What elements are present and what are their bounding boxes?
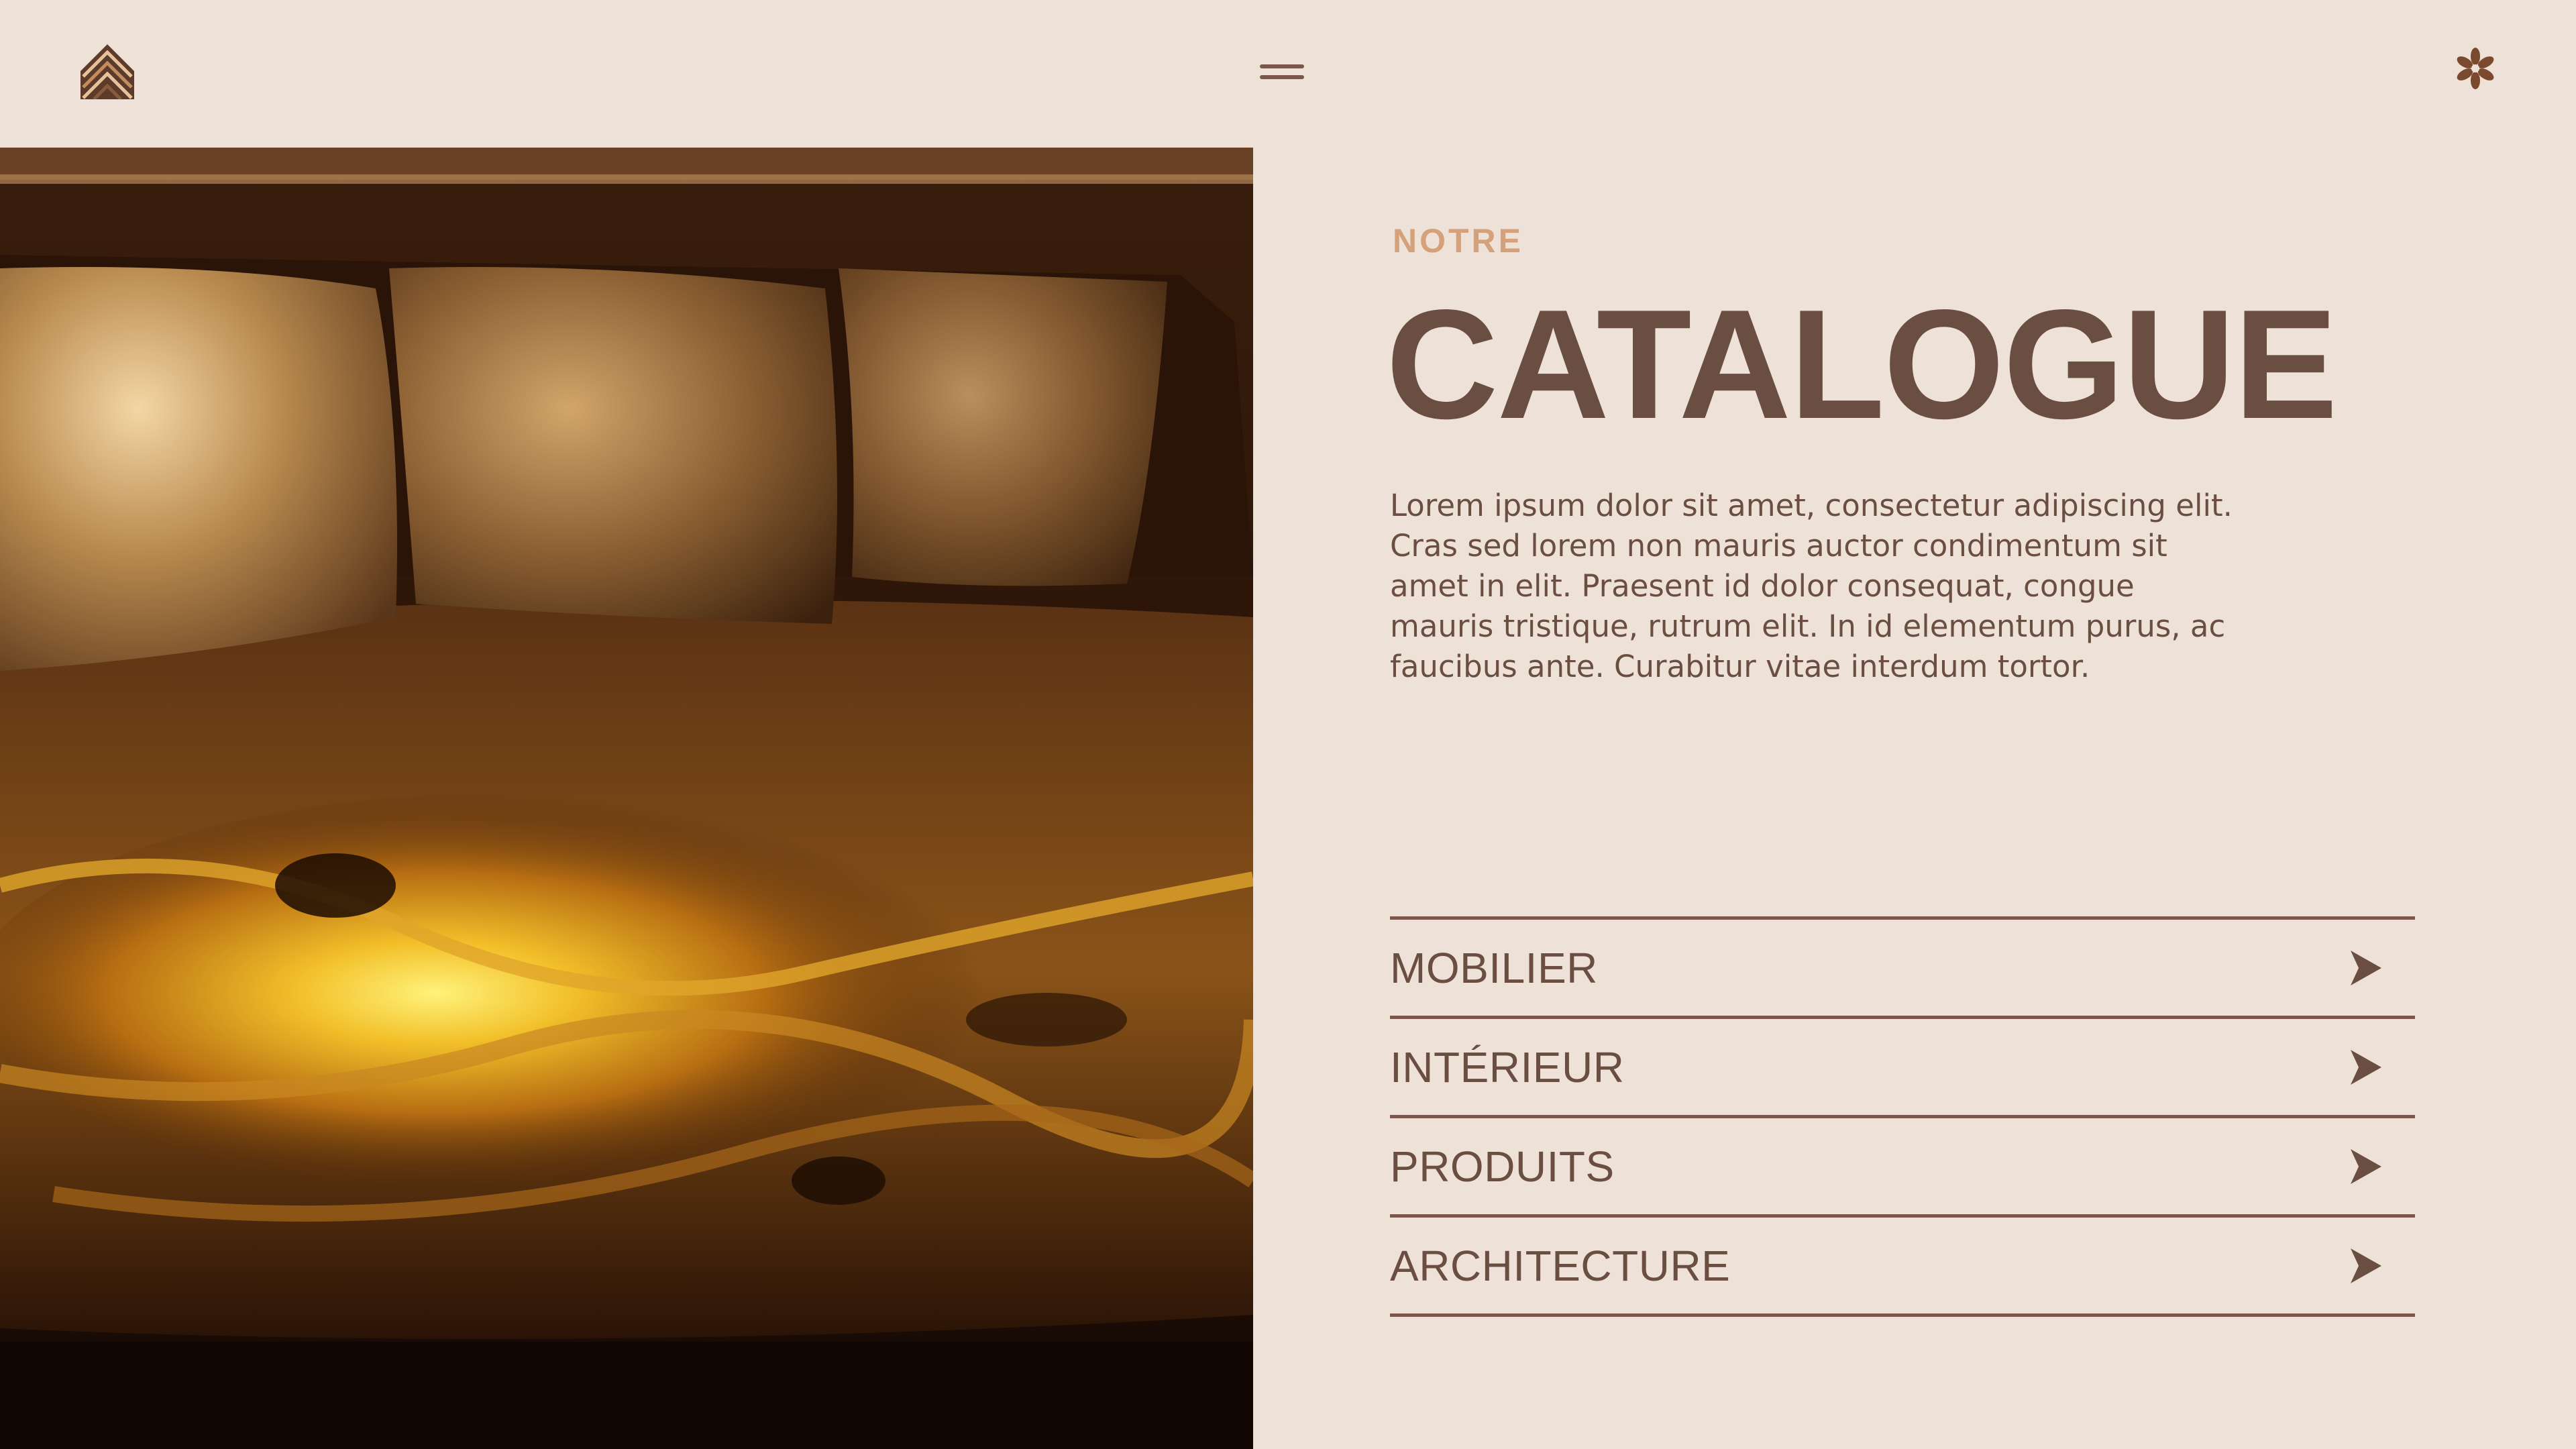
play-arrow-icon: [2351, 1248, 2381, 1283]
menu-item-label: PRODUITS: [1390, 1142, 1615, 1191]
play-arrow-icon: [2351, 951, 2381, 985]
sofa-illustration: [0, 148, 1253, 1449]
menu-line-top: [1260, 64, 1304, 68]
logo-icon[interactable]: [80, 44, 134, 101]
menu-item-interieur[interactable]: INTÉRIEUR: [1390, 1019, 2415, 1118]
asterisk-flower-icon[interactable]: [2454, 47, 2497, 90]
menu-item-label: ARCHITECTURE: [1390, 1242, 1731, 1290]
play-arrow-icon: [2351, 1050, 2381, 1085]
hero-image: [0, 148, 1253, 1449]
description-text: Lorem ipsum dolor sit amet, consectetur …: [1390, 488, 2233, 684]
menu-item-architecture[interactable]: ARCHITECTURE: [1390, 1218, 2415, 1317]
menu-item-mobilier[interactable]: MOBILIER: [1390, 920, 2415, 1019]
play-arrow-icon: [2351, 1149, 2381, 1184]
menu-item-label: INTÉRIEUR: [1390, 1043, 1625, 1091]
menu-line-bottom: [1260, 75, 1304, 79]
eyebrow-label: NOTRE: [1393, 222, 1523, 260]
hamburger-menu-icon[interactable]: [1260, 62, 1304, 82]
page-title: CATALOGUE: [1386, 278, 2338, 451]
menu-item-produits[interactable]: PRODUITS: [1390, 1118, 2415, 1218]
category-menu: MOBILIER INTÉRIEUR PRODUITS ARCHITECTURE: [1390, 916, 2415, 1317]
menu-item-label: MOBILIER: [1390, 944, 1598, 992]
top-bar: [0, 0, 2576, 148]
